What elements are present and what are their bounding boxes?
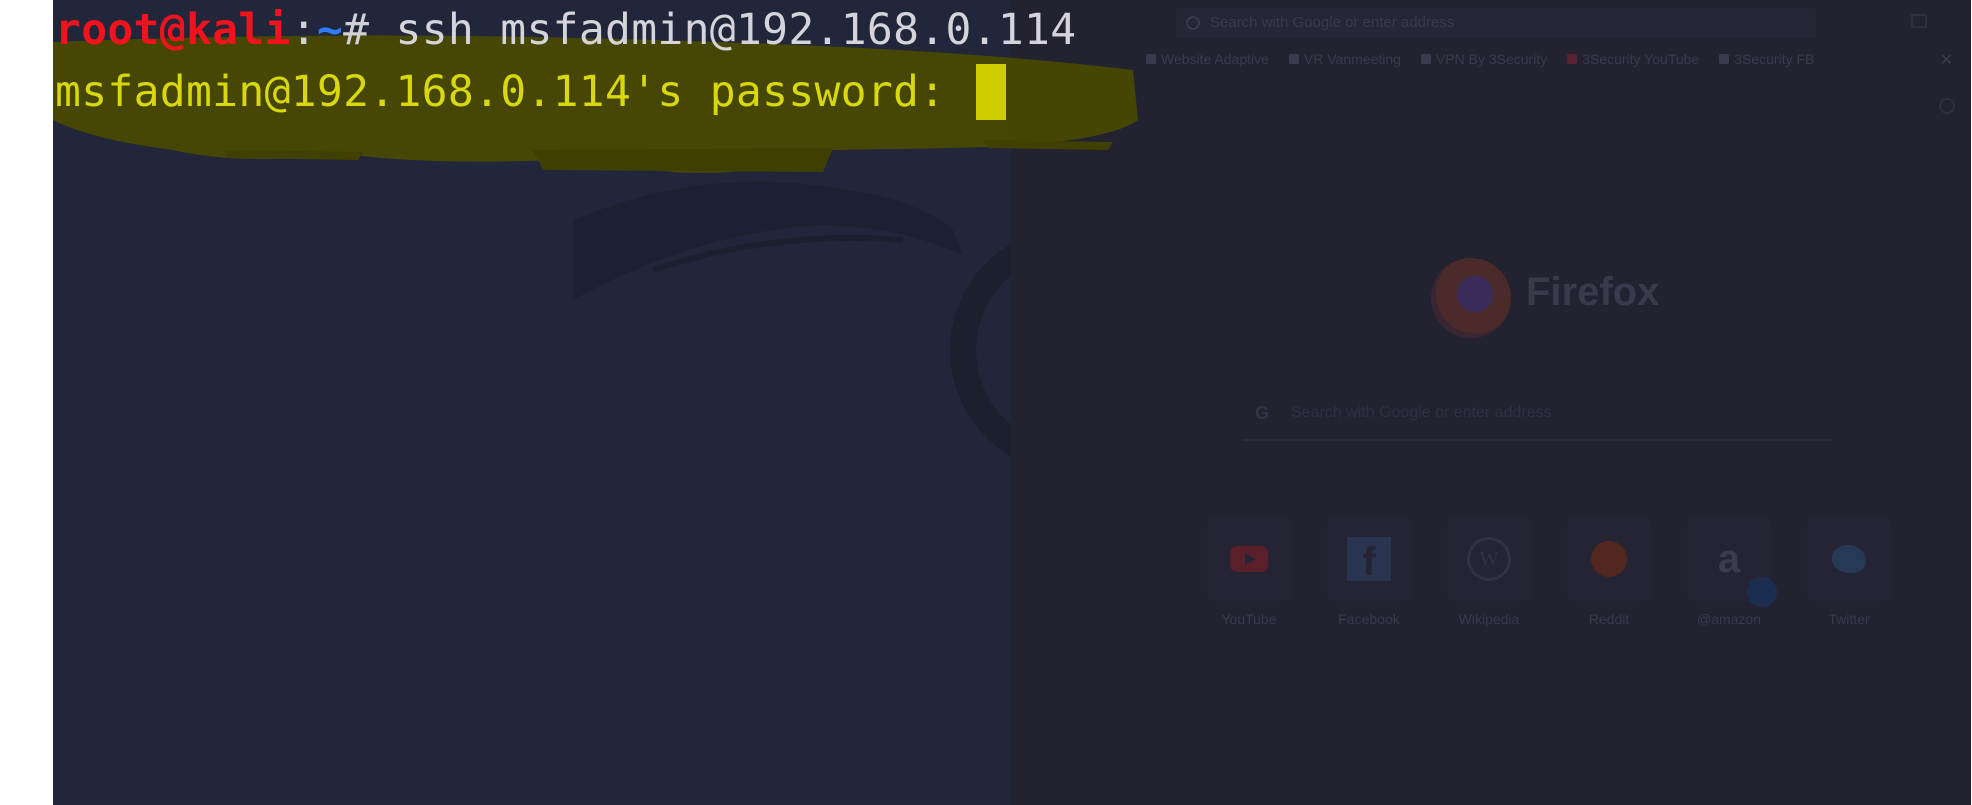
top-site-tile[interactable]: Twitter — [1807, 517, 1891, 627]
password-prompt: msfadmin@192.168.0.114's password: — [55, 67, 972, 117]
firefox-logo-icon — [1431, 258, 1511, 338]
terminal-cursor[interactable] — [975, 64, 1006, 120]
terminal-line-command: root@kali:~# ssh msfadmin@192.168.0.114 — [55, 2, 1076, 58]
prompt-colon: : — [290, 5, 317, 55]
reddit-icon — [1591, 541, 1627, 577]
amazon-icon: a — [1717, 537, 1741, 581]
top-site-tile[interactable]: a @amazon — [1687, 517, 1777, 627]
tile-label: Facebook — [1338, 611, 1400, 627]
top-site-tile[interactable]: Reddit — [1567, 517, 1651, 627]
top-site-tile[interactable]: f Facebook — [1327, 517, 1411, 627]
top-sites: YouTube f Facebook W Wikipedia Reddit a … — [1207, 517, 1891, 627]
screen: Search with Google or enter address Webs… — [0, 0, 1972, 805]
facebook-icon: f — [1347, 537, 1391, 584]
tile-label: Wikipedia — [1458, 611, 1520, 627]
youtube-icon — [1230, 546, 1268, 572]
tile-label: Reddit — [1588, 611, 1630, 627]
terminal-window[interactable]: Search with Google or enter address Webs… — [53, 0, 1971, 805]
search-placeholder: Search with Google or enter address — [1291, 404, 1552, 421]
tile-label: @amazon — [1696, 611, 1762, 627]
top-site-tile[interactable]: YouTube — [1207, 517, 1291, 627]
google-icon: G — [1255, 403, 1270, 423]
top-site-tile[interactable]: W Wikipedia — [1447, 517, 1531, 627]
twitter-icon — [1832, 545, 1866, 573]
tile-label: YouTube — [1221, 611, 1277, 627]
prompt-directory: ~ — [316, 5, 344, 55]
wikipedia-icon: W — [1467, 537, 1511, 581]
search-badge-icon — [1747, 577, 1777, 607]
prompt-symbol: # — [343, 5, 370, 55]
tile-label: Twitter — [1828, 611, 1870, 627]
terminal-line-password[interactable]: msfadmin@192.168.0.114's password: — [55, 64, 1006, 120]
ssh-command: ssh msfadmin@192.168.0.114 — [369, 5, 1077, 55]
firefox-newtab-search-input[interactable]: G Search with Google or enter address — [1243, 393, 1831, 441]
firefox-wordmark: Firefox — [1526, 270, 1660, 314]
prompt-user-host: root@kali — [55, 5, 291, 55]
